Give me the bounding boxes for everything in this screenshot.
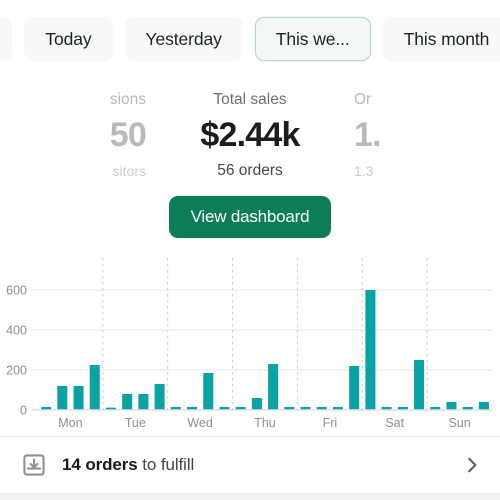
tab-this-week-label: This we... xyxy=(275,28,350,49)
bar-Sun-2[interactable] xyxy=(446,402,457,410)
chevron-right-icon[interactable] xyxy=(462,455,482,475)
stat-total-sales-value: $2.44k xyxy=(200,116,300,154)
bar-Mon-4[interactable] xyxy=(89,365,100,410)
tab-yesterday-label: Yesterday xyxy=(145,28,222,49)
bar-Sat-4[interactable] xyxy=(414,360,425,410)
bar-Tue-3[interactable] xyxy=(138,394,149,410)
bar-Tue-2[interactable] xyxy=(122,394,133,410)
y-axis-tick-600: 600 xyxy=(6,284,27,298)
window-bottom-edge xyxy=(0,493,500,500)
bar-Sat-1[interactable] xyxy=(365,290,376,410)
x-axis-label-thu: Thu xyxy=(254,416,276,430)
x-axis-label-tue: Tue xyxy=(125,416,146,430)
orders-to-fulfill-rest: to fulfill xyxy=(137,455,195,474)
tab-live[interactable]: ve xyxy=(0,17,13,61)
bar-Thu-2[interactable] xyxy=(251,398,262,410)
bar-Mon-2[interactable] xyxy=(57,386,68,410)
stat-orders-label: Or xyxy=(354,91,372,108)
bar-Tue-4[interactable] xyxy=(154,384,165,410)
orders-to-fulfill-text: 14 orders to fulfill xyxy=(62,455,462,475)
sales-bar-chart[interactable]: 0 200 400 600 Mon Tue Wed Thu Fri Sat Sun xyxy=(0,252,500,434)
tab-this-month-label: This month xyxy=(403,28,490,49)
x-axis-label-fri: Fri xyxy=(323,416,338,430)
y-axis-tick-400: 400 xyxy=(6,324,27,338)
stat-total-sales-sub: 56 orders xyxy=(217,162,283,179)
stat-sessions[interactable]: sions 50 sitors xyxy=(0,78,146,182)
bar-Sun-4[interactable] xyxy=(478,402,489,410)
summary-stats-row: sions 50 sitors Total sales $2.44k 56 or… xyxy=(0,78,500,190)
x-axis-label-wed: Wed xyxy=(187,416,213,430)
tab-yesterday[interactable]: Yesterday xyxy=(124,17,243,61)
stat-orders-value: 1. xyxy=(354,116,382,154)
sales-bar-chart-svg: 0 200 400 600 Mon Tue Wed Thu Fri Sat Sun xyxy=(6,258,492,430)
bar-Mon-3[interactable] xyxy=(73,386,84,410)
y-axis-tick-0: 0 xyxy=(20,404,27,418)
bar-Thu-3[interactable] xyxy=(268,364,279,410)
stat-sessions-sub: sitors xyxy=(112,163,146,179)
tab-this-month[interactable]: This month xyxy=(382,17,500,61)
stat-total-sales[interactable]: Total sales $2.44k 56 orders xyxy=(146,78,354,182)
stat-orders[interactable]: Or 1. 1.3 xyxy=(354,78,500,182)
tab-this-week[interactable]: This we... xyxy=(254,17,371,61)
x-axis-label-sun: Sun xyxy=(448,416,470,430)
tab-today[interactable]: Today xyxy=(24,17,113,61)
tab-today-label: Today xyxy=(45,28,92,49)
x-axis-label-mon: Mon xyxy=(58,416,82,430)
stat-sessions-value: 50 xyxy=(109,116,146,154)
date-range-tabbar: ve Today Yesterday This we... This month xyxy=(0,0,500,78)
bar-Wed-3[interactable] xyxy=(203,373,214,410)
inbox-download-icon xyxy=(23,454,45,476)
orders-to-fulfill-count: 14 orders xyxy=(62,455,138,474)
view-dashboard-button[interactable]: View dashboard xyxy=(168,196,332,238)
y-axis-tick-200: 200 xyxy=(6,364,27,378)
x-axis-label-sat: Sat xyxy=(385,416,404,430)
stat-total-sales-label: Total sales xyxy=(213,91,287,108)
stat-orders-sub: 1.3 xyxy=(354,163,374,179)
view-dashboard-row: View dashboard xyxy=(0,196,500,248)
orders-to-fulfill-row[interactable]: 14 orders to fulfill xyxy=(0,437,500,493)
stat-sessions-label: sions xyxy=(109,91,146,108)
storefront-overview-panel: ve Today Yesterday This we... This month… xyxy=(0,0,500,500)
bar-Fri-4[interactable] xyxy=(349,366,360,410)
